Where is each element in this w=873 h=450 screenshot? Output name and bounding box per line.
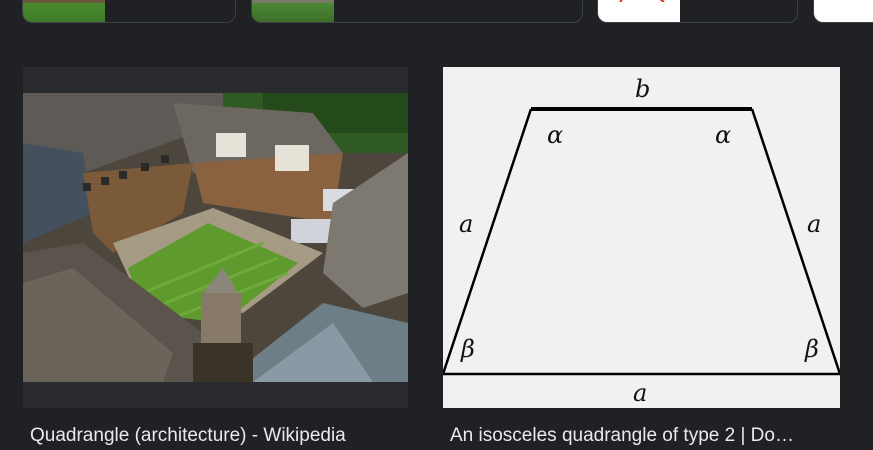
red-line-diagram-icon — [619, 0, 665, 3]
result-title[interactable]: An isosceles quadrangle of type 2 | Do… — [450, 424, 842, 448]
flexibility-logo-icon — [814, 0, 873, 2]
label-bottom: a — [633, 379, 647, 407]
related-chip-3[interactable] — [597, 0, 798, 23]
label-top-right-angle: α — [715, 121, 731, 149]
label-top: b — [635, 75, 650, 103]
related-chip-thumbnail — [814, 0, 873, 22]
related-chip-1[interactable] — [22, 0, 236, 23]
related-chip-thumbnail — [598, 0, 680, 22]
label-bottom-left-angle: β — [460, 335, 475, 363]
related-chip-thumbnail — [23, 0, 105, 22]
related-chip-2[interactable] — [251, 0, 583, 23]
quadrangle-photo — [23, 93, 408, 382]
label-bottom-right-angle: β — [804, 335, 819, 363]
trapezoid-diagram: b a a a α α β β — [443, 67, 840, 408]
result-thumbnail[interactable]: b a a a α α β β — [443, 67, 840, 408]
result-thumbnail[interactable] — [23, 67, 408, 408]
label-right: a — [807, 210, 821, 238]
result-title[interactable]: Quadrangle (architecture) - Wikipedia — [30, 424, 410, 448]
related-chip-thumbnail — [252, 0, 334, 22]
label-left: a — [459, 210, 473, 238]
label-top-left-angle: α — [547, 121, 563, 149]
related-chip-4[interactable] — [813, 0, 873, 23]
